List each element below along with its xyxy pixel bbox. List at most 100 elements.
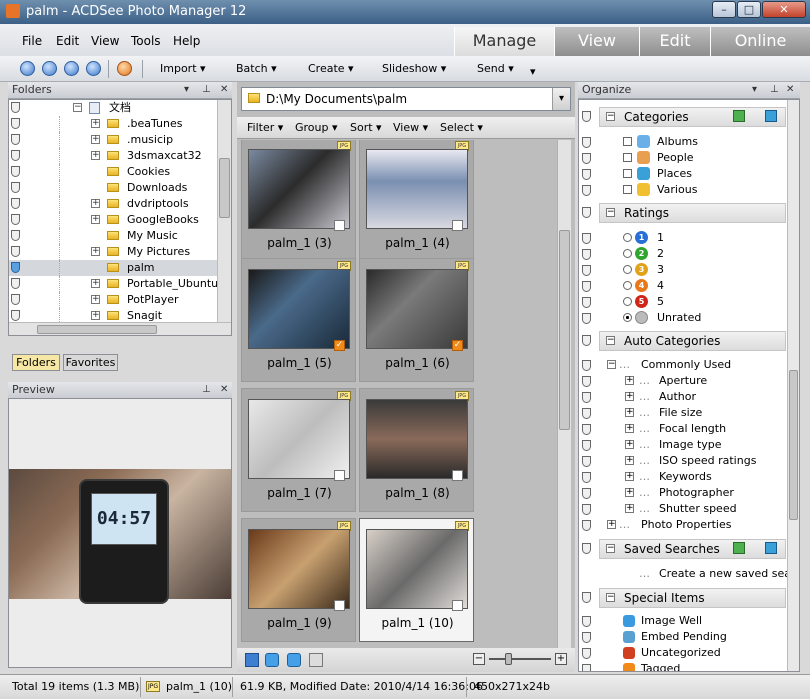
special-item[interactable]: Tagged [599,661,786,671]
category-checkbox[interactable] [623,185,632,194]
expand-icon[interactable]: + [607,520,616,529]
collapse-icon[interactable]: − [607,360,616,369]
thumbnail-item[interactable]: JPG palm_1 (9) [241,518,356,642]
thumbnail-item[interactable]: JPG palm_1 (8) [359,388,474,512]
tab-edit[interactable]: Edit [639,27,710,56]
expand-icon[interactable]: + [625,392,634,401]
expand-icon[interactable]: + [625,424,634,433]
special-items-section-header[interactable]: − Special Items [599,588,786,608]
thumbnail-item[interactable]: JPG palm_1 (10) [359,518,474,642]
compare-icon[interactable] [309,653,323,667]
expand-icon[interactable]: + [625,488,634,497]
category-checkbox[interactable] [623,137,632,146]
zoom-out-icon[interactable]: − [473,653,485,665]
category-checkbox[interactable] [623,169,632,178]
expand-icon[interactable]: + [625,408,634,417]
menu-file[interactable]: File [22,34,42,48]
close-button[interactable]: ✕ [762,1,806,18]
special-item[interactable]: Image Well [599,613,786,629]
auto-category-item[interactable]: + … Focal length [599,421,786,437]
panel-menu-icon[interactable]: ▾ [752,82,757,98]
thumbnail-item[interactable]: JPG ✓ palm_1 (5) [241,258,356,382]
expand-icon[interactable]: + [91,135,100,144]
rating-radio[interactable] [623,249,632,258]
tree-root-row[interactable]: − 文档 [9,100,231,116]
tab-online[interactable]: Online [710,27,810,56]
pin-icon[interactable]: ⊥ [202,382,211,398]
chevron-down-icon[interactable]: ▾ [552,88,570,110]
maximize-button[interactable]: □ [737,1,761,18]
collapse-icon[interactable]: − [606,544,615,553]
expand-icon[interactable]: + [91,151,100,160]
folder-row[interactable]: + GoogleBooks [9,212,231,228]
zoom-slider-track[interactable] [489,658,551,660]
thumbnail-item[interactable]: JPG palm_1 (4) [359,140,474,262]
tag-checkbox[interactable] [452,600,463,611]
expand-icon[interactable]: + [91,311,100,320]
select-button[interactable]: Select ▾ [440,121,483,134]
rating-item[interactable]: Unrated [599,310,786,326]
menu-view[interactable]: View [91,34,119,48]
category-item[interactable]: People [599,150,786,166]
auto-category-item[interactable]: + … ISO speed ratings [599,453,786,469]
close-panel-icon[interactable]: ✕ [786,82,794,98]
pin-icon[interactable]: ⊥ [770,82,779,98]
tab-manage[interactable]: Manage [454,27,554,56]
tab-folders[interactable]: Folders [12,354,60,371]
rotate-right-icon[interactable] [287,653,301,667]
expand-icon[interactable]: + [91,119,100,128]
saved-searches-section-header[interactable]: − Saved Searches [599,539,786,559]
category-checkbox[interactable] [623,153,632,162]
menu-help[interactable]: Help [173,34,200,48]
thumbnails-vscrollbar[interactable] [557,140,571,648]
rating-radio[interactable] [623,313,632,322]
expand-icon[interactable]: + [625,504,634,513]
organize-scroll-thumb[interactable] [789,370,798,520]
collapse-icon[interactable]: − [606,336,615,345]
collapse-icon[interactable]: − [606,208,615,217]
category-view-icon[interactable] [733,110,745,122]
auto-category-item[interactable]: + … Photographer [599,485,786,501]
forward-icon[interactable] [64,61,79,76]
folders-vscrollbar[interactable] [217,100,231,322]
thumbnail-item[interactable]: JPG ✓ palm_1 (6) [359,258,474,382]
thumbnails-scroll-thumb[interactable] [559,230,570,430]
group-button[interactable]: Group ▾ [295,121,338,134]
category-item[interactable]: Places [599,166,786,182]
acdsee-icon[interactable] [117,61,132,76]
auto-category-item[interactable]: + … Image type [599,437,786,453]
category-item[interactable]: Various [599,182,786,198]
sort-button[interactable]: Sort ▾ [350,121,382,134]
folders-hscroll-thumb[interactable] [37,325,157,334]
folder-row[interactable]: + Portable_Ubuntu_ [9,276,231,292]
tag-checkbox[interactable] [452,220,463,231]
category-item[interactable]: Albums [599,134,786,150]
folder-row[interactable]: + dvdriptools [9,196,231,212]
zoom-in-icon[interactable]: + [555,653,567,665]
auto-categories-section-header[interactable]: − Auto Categories [599,331,786,351]
organize-vscrollbar[interactable] [787,100,799,671]
tab-view[interactable]: View [554,27,639,56]
tag-checkbox[interactable] [334,600,345,611]
up-folder-icon[interactable] [86,61,101,76]
tag-checkbox[interactable] [334,470,345,481]
batch-button[interactable]: Batch ▾ [236,62,277,75]
rating-radio[interactable] [623,281,632,290]
collapse-icon[interactable]: − [73,103,82,112]
slideshow-button[interactable]: Slideshow ▾ [382,62,446,75]
folders-scroll-thumb[interactable] [219,158,230,218]
categories-section-header[interactable]: − Categories [599,107,786,127]
pin-icon[interactable]: ⊥ [202,82,211,98]
close-panel-icon[interactable]: ✕ [220,382,228,398]
rating-item[interactable]: 22 [599,246,786,262]
back-icon[interactable] [42,61,57,76]
expand-icon[interactable]: + [91,215,100,224]
folder-row[interactable]: + My Pictures [9,244,231,260]
folders-hscrollbar[interactable] [9,322,231,335]
home-icon[interactable] [20,61,35,76]
folder-row[interactable]: + .beaTunes [9,116,231,132]
add-saved-search-icon[interactable] [765,542,777,554]
rating-item[interactable]: 11 [599,230,786,246]
tab-favorites[interactable]: Favorites [63,354,118,371]
collapse-icon[interactable]: − [606,593,615,602]
